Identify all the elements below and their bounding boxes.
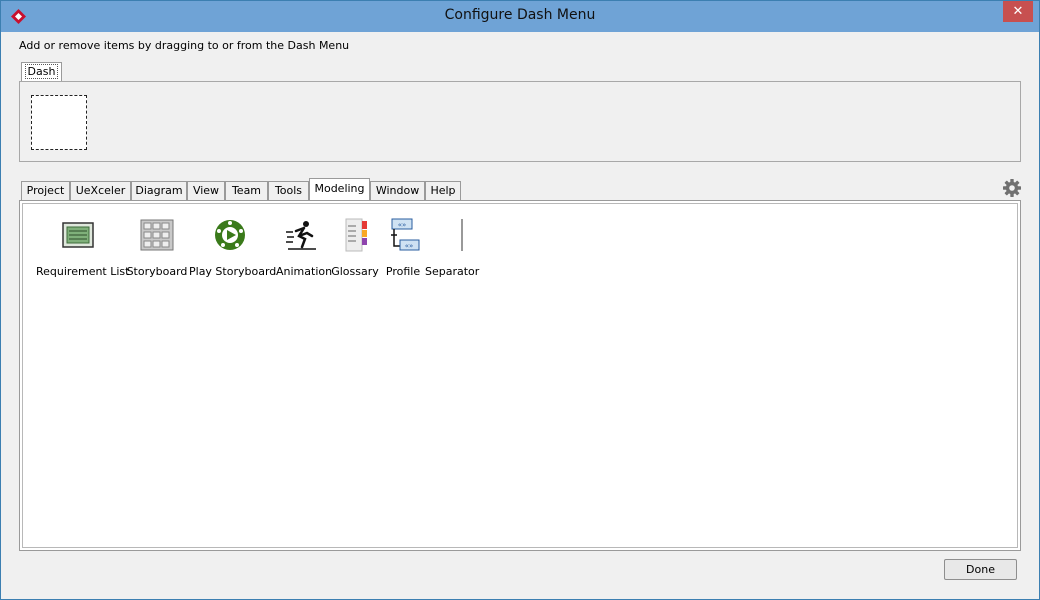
tab-label: Diagram [135, 184, 183, 197]
tab-modeling[interactable]: Modeling [309, 178, 370, 201]
done-button[interactable]: Done [944, 559, 1017, 580]
item-play-storyboard[interactable]: Play Storyboard [189, 218, 277, 278]
item-glossary[interactable]: Glossary [331, 218, 379, 278]
tab-tools[interactable]: Tools [268, 181, 309, 200]
item-animation[interactable]: Animation [276, 218, 333, 278]
requirement-list-icon [62, 222, 94, 248]
tab-label: View [192, 184, 220, 197]
tab-label: Modeling [314, 182, 365, 195]
item-label: Storyboard [126, 265, 188, 278]
glossary-icon [345, 218, 367, 252]
title-bar[interactable]: Configure Dash Menu ✕ [1, 1, 1039, 32]
play-storyboard-icon [215, 220, 245, 250]
window-title: Configure Dash Menu [444, 7, 596, 23]
tab-help[interactable]: Help [425, 181, 461, 200]
tab-label: Team [231, 184, 262, 197]
tab-label: Window [375, 184, 420, 197]
tab-label: Project [26, 184, 65, 197]
close-button[interactable]: ✕ [1003, 1, 1033, 22]
dash-drop-slot[interactable] [31, 95, 87, 150]
item-label: Profile [385, 265, 421, 278]
close-icon: ✕ [1012, 4, 1024, 19]
dash-menu-panel[interactable] [19, 81, 1021, 162]
animation-icon [286, 221, 316, 250]
tab-project[interactable]: Project [21, 181, 70, 200]
item-label: Requirement List [36, 265, 130, 278]
profile-icon: «» «» [391, 218, 420, 251]
storyboard-icon [140, 219, 174, 251]
tab-uexceler[interactable]: UeXceler [70, 181, 131, 200]
tab-diagram[interactable]: Diagram [131, 181, 187, 200]
tab-team[interactable]: Team [225, 181, 268, 200]
item-label: Separator [425, 265, 480, 278]
item-label: Play Storyboard [189, 265, 277, 278]
configure-dash-menu-window: Configure Dash Menu ✕ Add or remove item… [0, 0, 1040, 600]
item-requirement-list[interactable]: Requirement List [36, 218, 130, 278]
item-storyboard[interactable]: Storyboard [125, 218, 189, 278]
instructions-text: Add or remove items by dragging to or fr… [19, 39, 350, 52]
tab-view[interactable]: View [187, 181, 225, 200]
tab-window[interactable]: Window [370, 181, 425, 200]
item-label: Glossary [331, 265, 379, 278]
item-separator[interactable]: Separator [425, 218, 479, 278]
modeling-items-panel: Requirement List Storyboard Play Storybo… [19, 200, 1021, 551]
tab-label: Tools [274, 184, 303, 197]
item-label: Animation [276, 265, 333, 278]
tab-label: Help [430, 184, 456, 197]
tab-label: UeXceler [75, 184, 126, 197]
gear-icon[interactable] [1002, 178, 1022, 198]
dash-tab-label: Dash [24, 64, 59, 79]
svg-text:«»: «» [405, 242, 414, 250]
separator-icon [461, 219, 463, 251]
items-area: Requirement List Storyboard Play Storybo… [22, 203, 1018, 548]
tab-dash[interactable]: Dash [21, 62, 62, 82]
svg-text:«»: «» [398, 221, 407, 229]
item-profile[interactable]: «» «» Profile [384, 218, 422, 278]
